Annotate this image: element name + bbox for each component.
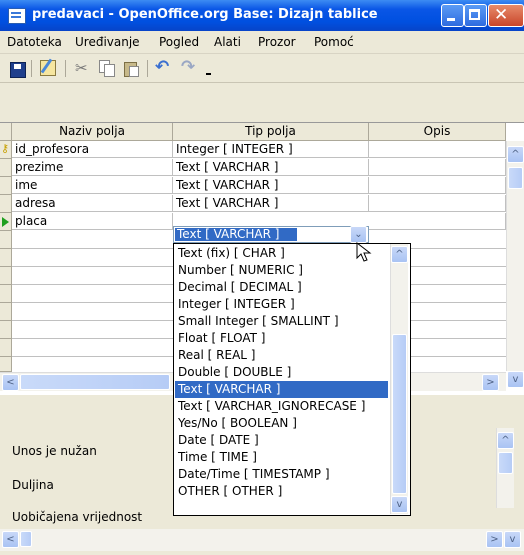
scroll-up-icon[interactable]: ^ [507, 146, 524, 163]
dropdown-option[interactable]: Date [ DATE ] [175, 432, 388, 449]
combobox-value: Text [ VARCHAR ] [175, 228, 297, 241]
dropdown-option[interactable]: Integer [ INTEGER ] [175, 296, 388, 313]
field-description-cell[interactable] [369, 195, 506, 212]
dropdown-option[interactable]: Date/Time [ TIMESTAMP ] [175, 466, 388, 483]
minimize-button[interactable] [441, 4, 464, 27]
menu-alati[interactable]: Alati [214, 35, 241, 49]
key-icon: ⚷ [1, 142, 10, 155]
header-corner [0, 123, 12, 141]
field-name-cell[interactable]: placa [12, 213, 173, 230]
field-type-combobox[interactable]: Text [ VARCHAR ] ⌄ [173, 226, 369, 243]
redo-icon[interactable]: ↷ [181, 59, 197, 76]
scroll-up-icon[interactable]: ^ [391, 246, 408, 263]
field-description-cell[interactable] [369, 213, 506, 230]
scroll-right-icon[interactable]: > [482, 374, 499, 391]
paste-icon[interactable] [123, 60, 139, 77]
undo-icon[interactable]: ↶ [155, 59, 171, 76]
field-type-cell[interactable]: Text [ VARCHAR ] [173, 195, 369, 212]
save-icon[interactable] [10, 62, 26, 78]
scroll-left-icon[interactable]: < [2, 374, 19, 391]
length-label: Duljina [12, 478, 54, 492]
hscroll-thumb[interactable] [20, 374, 170, 390]
scroll-thumb[interactable] [392, 334, 407, 494]
header-description[interactable]: Opis [369, 123, 506, 141]
field-name-cell[interactable]: id_profesora [12, 141, 173, 158]
field-description-cell[interactable] [369, 141, 506, 158]
row-selector[interactable]: ⚷ [0, 141, 12, 159]
toolbar-overflow-icon[interactable] [206, 64, 211, 76]
row-selector[interactable] [0, 177, 12, 195]
dropdown-option[interactable]: Decimal [ DECIMAL ] [175, 279, 388, 296]
dropdown-arrow-button[interactable]: ⌄ [350, 226, 367, 243]
empty-rows [12, 231, 174, 371]
dropdown-option-selected[interactable]: Text [ VARCHAR ] [175, 381, 388, 398]
dropdown-option[interactable]: Double [ DOUBLE ] [175, 364, 388, 381]
scroll-up-icon[interactable]: ^ [497, 432, 514, 449]
field-type-cell[interactable]: Integer [ INTEGER ] [173, 141, 369, 158]
field-description-cell[interactable] [369, 159, 506, 176]
field-description-cell[interactable] [369, 177, 506, 194]
field-name-cell[interactable]: ime [12, 177, 173, 194]
scroll-down-icon[interactable]: v [504, 531, 521, 548]
dropdown-option[interactable]: Time [ TIME ] [175, 449, 388, 466]
required-label: Unos je nužan [12, 444, 97, 458]
toolbar: ✂ ↶ ↷ [0, 54, 524, 83]
menu-datoteka[interactable]: Datoteka [7, 35, 62, 49]
cut-icon[interactable]: ✂ [75, 60, 91, 76]
dropdown-vertical-scrollbar[interactable]: ^ v [390, 244, 408, 514]
field-type-cell[interactable]: Text [ VARCHAR ] [173, 177, 369, 194]
scroll-down-icon[interactable]: v [507, 371, 524, 388]
menu-prozor[interactable]: Prozor [258, 35, 296, 49]
maximize-button[interactable] [464, 4, 487, 27]
mouse-cursor-icon [356, 242, 372, 262]
hscroll-thumb[interactable] [20, 531, 32, 547]
properties-horizontal-scrollbar[interactable]: < > v [0, 529, 524, 551]
edit-icon[interactable] [40, 58, 56, 76]
field-name-cell[interactable]: adresa [12, 195, 173, 212]
header-field-type[interactable]: Tip polja [173, 123, 369, 141]
dropdown-option[interactable]: Real [ REAL ] [175, 347, 388, 364]
scroll-thumb[interactable] [508, 167, 523, 189]
copy-icon[interactable] [99, 60, 115, 77]
title-bar[interactable]: predavaci - OpenOffice.org Base: Dizajn … [0, 0, 524, 31]
dropdown-option[interactable]: Number [ NUMERIC ] [175, 262, 388, 279]
dropdown-option[interactable]: Text [ VARCHAR_IGNORECASE ] [175, 398, 388, 415]
default-value-label: Uobičajena vrijednost [12, 510, 143, 524]
dropdown-option[interactable]: Float [ FLOAT ] [175, 330, 388, 347]
scroll-down-icon[interactable]: v [391, 496, 408, 513]
scroll-right-icon[interactable]: > [486, 531, 503, 548]
close-icon: ✕ [494, 5, 509, 25]
field-type-cell[interactable]: Text [ VARCHAR ] [173, 159, 369, 176]
close-button[interactable]: ✕ [488, 4, 524, 27]
menu-uredivanje[interactable]: Uređivanje [75, 35, 140, 49]
header-field-name[interactable]: Naziv polja [12, 123, 173, 141]
row-selector[interactable] [0, 195, 12, 213]
scroll-thumb[interactable] [498, 452, 513, 474]
current-row-icon [2, 217, 9, 227]
scroll-left-icon[interactable]: < [2, 531, 19, 548]
grid-vertical-scrollbar[interactable]: ^ v [506, 141, 524, 388]
menu-pogled[interactable]: Pogled [159, 35, 199, 49]
field-name-cell[interactable]: prezime [12, 159, 173, 176]
app-icon [8, 8, 26, 24]
properties-vertical-scrollbar[interactable]: ^ [496, 428, 514, 508]
row-selector[interactable] [0, 213, 12, 231]
dropdown-option[interactable]: OTHER [ OTHER ] [175, 483, 388, 500]
window-title: predavaci - OpenOffice.org Base: Dizajn … [32, 7, 378, 22]
row-selector[interactable] [0, 159, 12, 177]
menu-bar: Datoteka Uređivanje Pogled Alati Prozor … [0, 31, 524, 54]
dropdown-option[interactable]: Yes/No [ BOOLEAN ] [175, 415, 388, 432]
menu-pomoc[interactable]: Pomoć [314, 35, 354, 49]
dropdown-option[interactable]: Small Integer [ SMALLINT ] [175, 313, 388, 330]
